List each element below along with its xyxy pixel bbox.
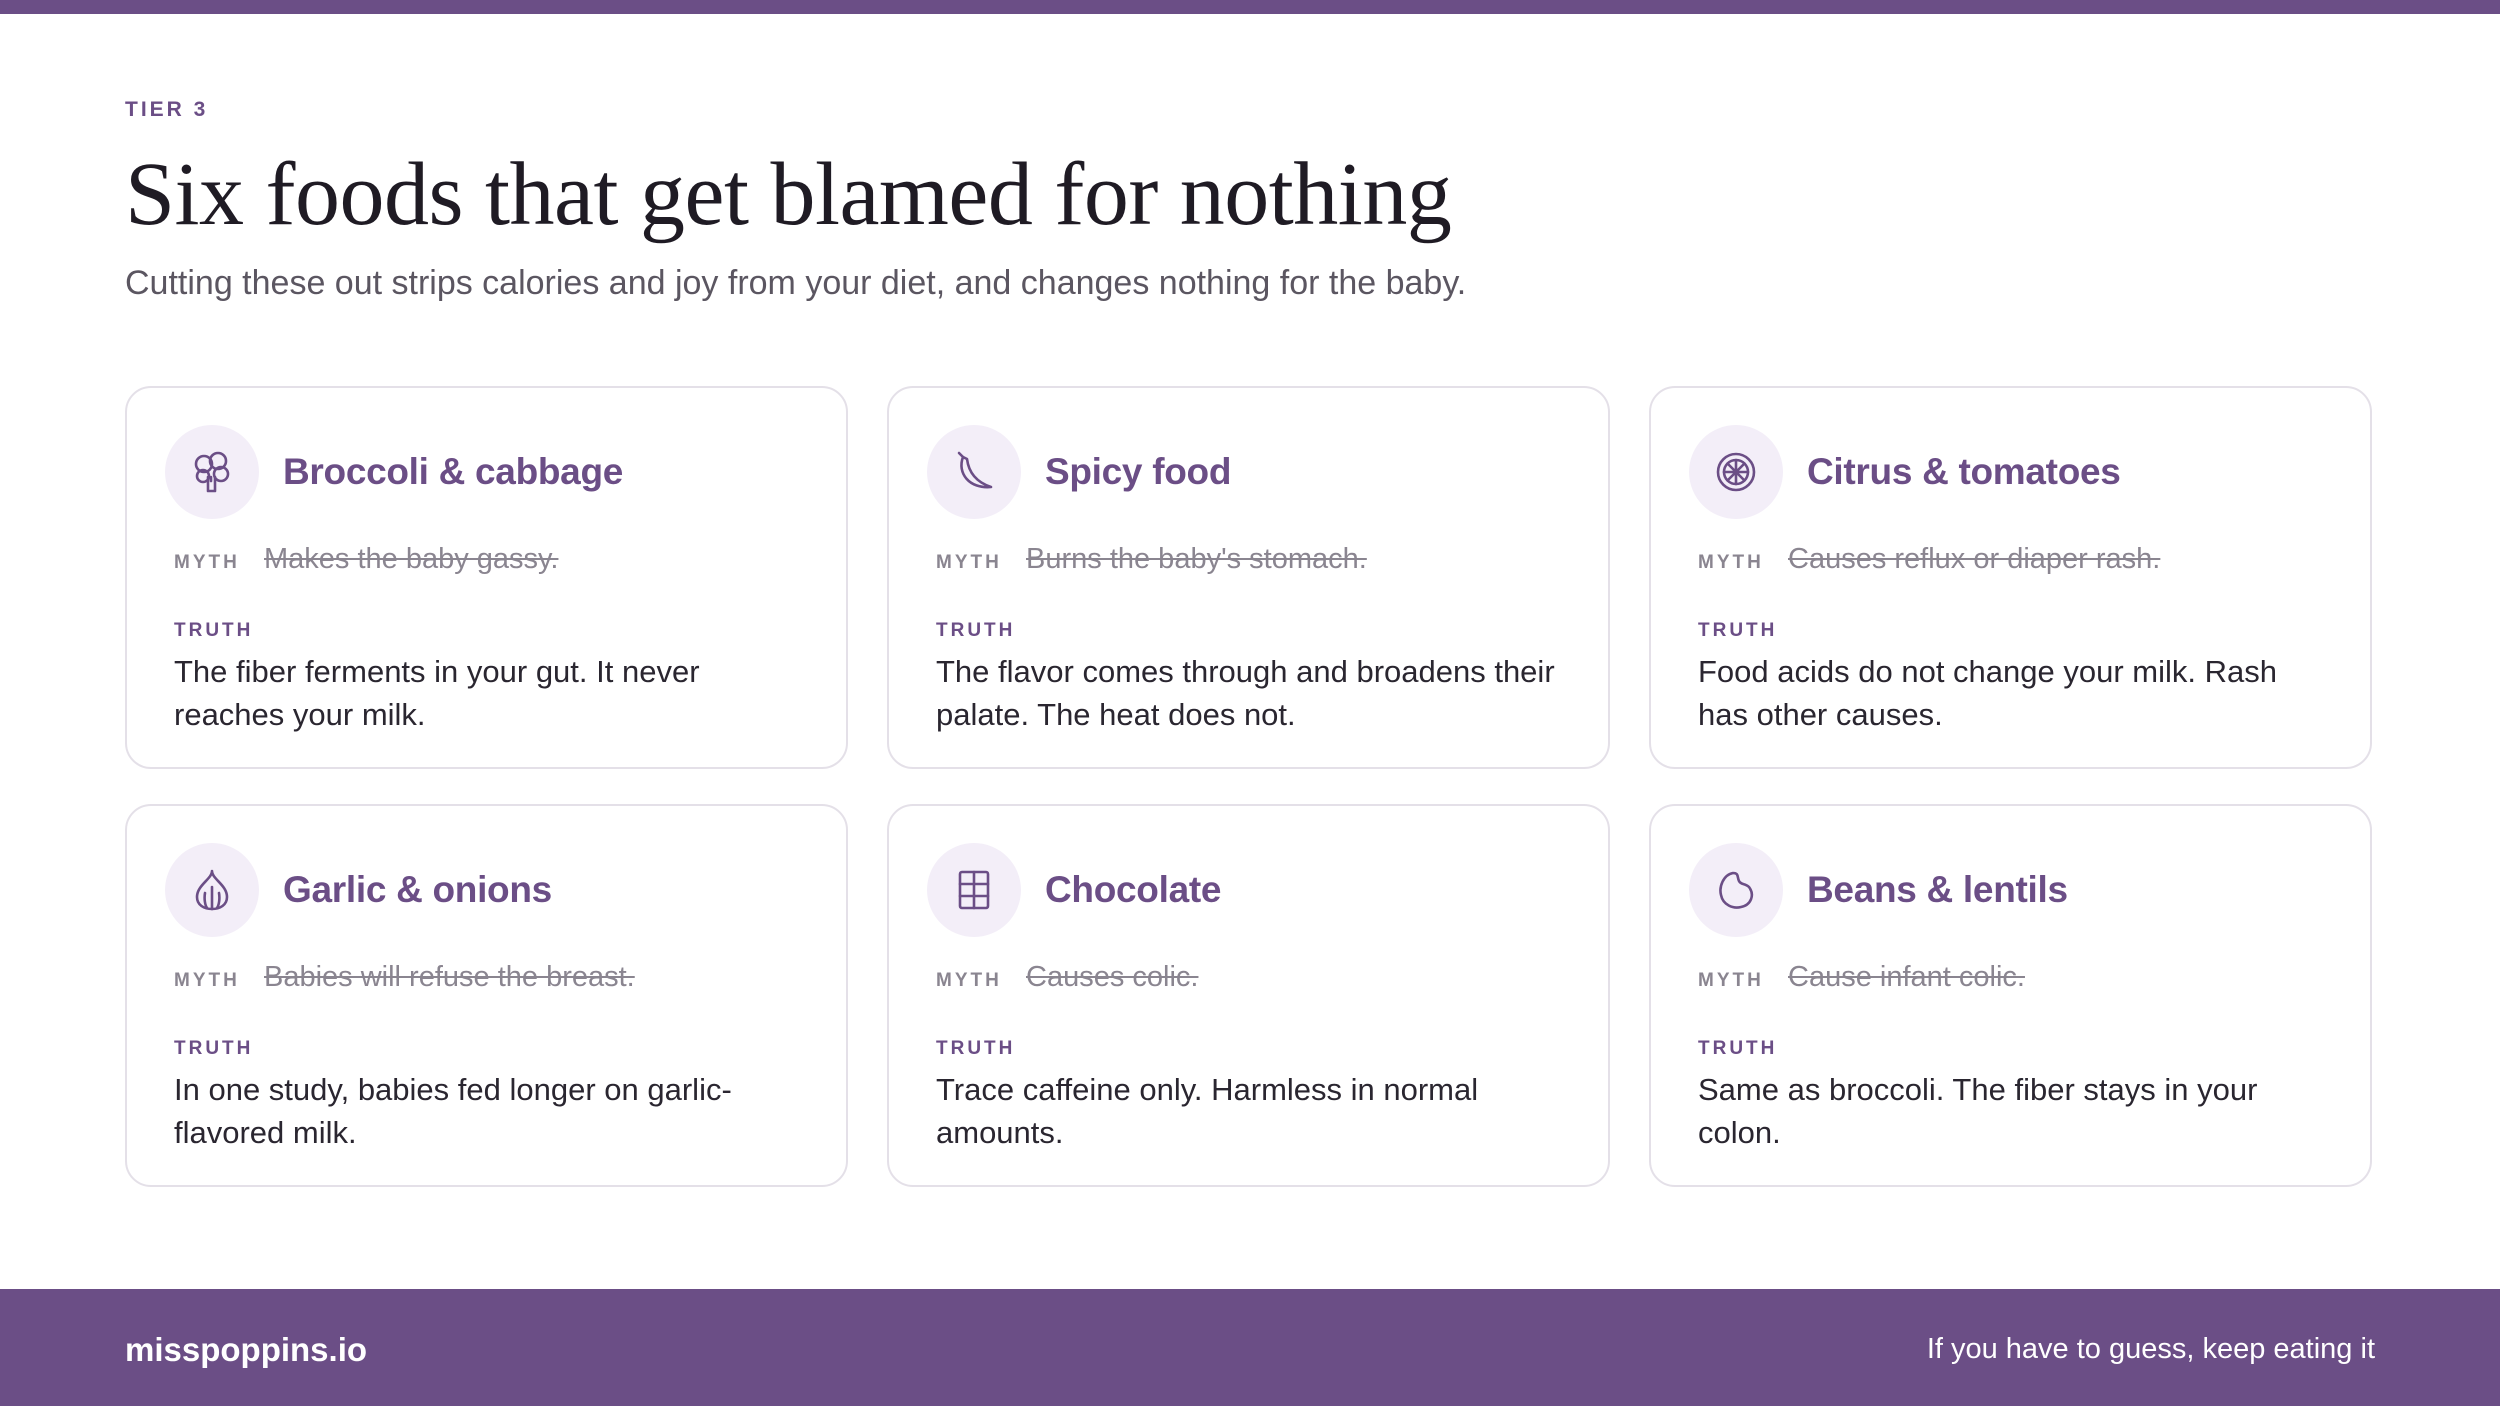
card-header: Broccoli & cabbage bbox=[165, 425, 808, 519]
myth-text: Cause infant colic. bbox=[1788, 961, 2025, 993]
page-title: Six foods that get blamed for nothing bbox=[125, 145, 1452, 244]
truth-text: Food acids do not change your milk. Rash… bbox=[1698, 654, 2277, 732]
myth-row: MYTH Cause infant colic. bbox=[1698, 961, 2332, 994]
myth-row: MYTH Makes the baby gassy. bbox=[174, 543, 808, 576]
myth-label: MYTH bbox=[174, 970, 240, 991]
food-card-garlic: Garlic & onions MYTH Babies will refuse … bbox=[125, 804, 848, 1187]
myth-label: MYTH bbox=[1698, 970, 1764, 991]
citrus-slice-icon bbox=[1689, 425, 1783, 519]
card-header: Citrus & tomatoes bbox=[1689, 425, 2332, 519]
food-card-spicy: Spicy food MYTH Burns the baby's stomach… bbox=[887, 386, 1610, 769]
myth-label: MYTH bbox=[936, 970, 1002, 991]
broccoli-icon bbox=[165, 425, 259, 519]
card-header: Spicy food bbox=[927, 425, 1570, 519]
myth-text: Causes reflux or diaper rash. bbox=[1788, 543, 2161, 575]
tier-eyebrow: TIER 3 bbox=[125, 98, 209, 121]
footer-bar: misspoppins.io If you have to guess, kee… bbox=[0, 1289, 2500, 1406]
myth-row: MYTH Causes colic. bbox=[936, 961, 1570, 994]
food-card-chocolate: Chocolate MYTH Causes colic. TRUTH Trace… bbox=[887, 804, 1610, 1187]
food-card-beans: Beans & lentils MYTH Cause infant colic.… bbox=[1649, 804, 2372, 1187]
footer-tagline: If you have to guess, keep eating it bbox=[1926, 1333, 2375, 1365]
myth-label: MYTH bbox=[174, 552, 240, 573]
myth-text: Causes colic. bbox=[1026, 961, 1199, 993]
truth-label: TRUTH bbox=[936, 1038, 1016, 1059]
top-accent-bar bbox=[0, 0, 2500, 14]
food-card-citrus: Citrus & tomatoes MYTH Causes reflux or … bbox=[1649, 386, 2372, 769]
myth-label: MYTH bbox=[1698, 552, 1764, 573]
card-title: Spicy food bbox=[1045, 451, 1232, 492]
card-title: Garlic & onions bbox=[283, 869, 552, 910]
myth-text: Babies will refuse the breast. bbox=[264, 961, 635, 993]
footer-brand: misspoppins.io bbox=[125, 1331, 368, 1368]
myth-row: MYTH Babies will refuse the breast. bbox=[174, 961, 808, 994]
truth-text: In one study, babies fed longer on garli… bbox=[174, 1072, 732, 1150]
chocolate-bar-icon bbox=[927, 843, 1021, 937]
card-header: Beans & lentils bbox=[1689, 843, 2332, 937]
truth-text: The flavor comes through and broadens th… bbox=[936, 654, 1555, 732]
food-cards-grid: Broccoli & cabbage MYTH Makes the baby g… bbox=[125, 386, 2373, 1188]
truth-text: The fiber ferments in your gut. It never… bbox=[174, 654, 700, 732]
page-subtitle: Cutting these out strips calories and jo… bbox=[125, 264, 1467, 302]
bean-icon bbox=[1689, 843, 1783, 937]
truth-label: TRUTH bbox=[1698, 620, 1778, 641]
card-header: Chocolate bbox=[927, 843, 1570, 937]
truth-text: Trace caffeine only. Harmless in normal … bbox=[936, 1072, 1479, 1150]
truth-text: Same as broccoli. The fiber stays in you… bbox=[1698, 1072, 2258, 1150]
card-header: Garlic & onions bbox=[165, 843, 808, 937]
garlic-icon bbox=[165, 843, 259, 937]
truth-label: TRUTH bbox=[174, 620, 254, 641]
myth-row: MYTH Causes reflux or diaper rash. bbox=[1698, 543, 2332, 576]
truth-label: TRUTH bbox=[1698, 1038, 1778, 1059]
myth-text: Makes the baby gassy. bbox=[264, 543, 559, 575]
myth-label: MYTH bbox=[936, 552, 1002, 573]
card-title: Citrus & tomatoes bbox=[1807, 451, 2121, 492]
chili-pepper-icon bbox=[927, 425, 1021, 519]
truth-label: TRUTH bbox=[174, 1038, 254, 1059]
card-title: Beans & lentils bbox=[1807, 869, 2068, 910]
card-title: Broccoli & cabbage bbox=[283, 451, 624, 492]
myth-row: MYTH Burns the baby's stomach. bbox=[936, 543, 1570, 576]
food-card-broccoli: Broccoli & cabbage MYTH Makes the baby g… bbox=[125, 386, 848, 769]
card-title: Chocolate bbox=[1045, 869, 1222, 910]
myth-text: Burns the baby's stomach. bbox=[1026, 543, 1367, 575]
truth-label: TRUTH bbox=[936, 620, 1016, 641]
